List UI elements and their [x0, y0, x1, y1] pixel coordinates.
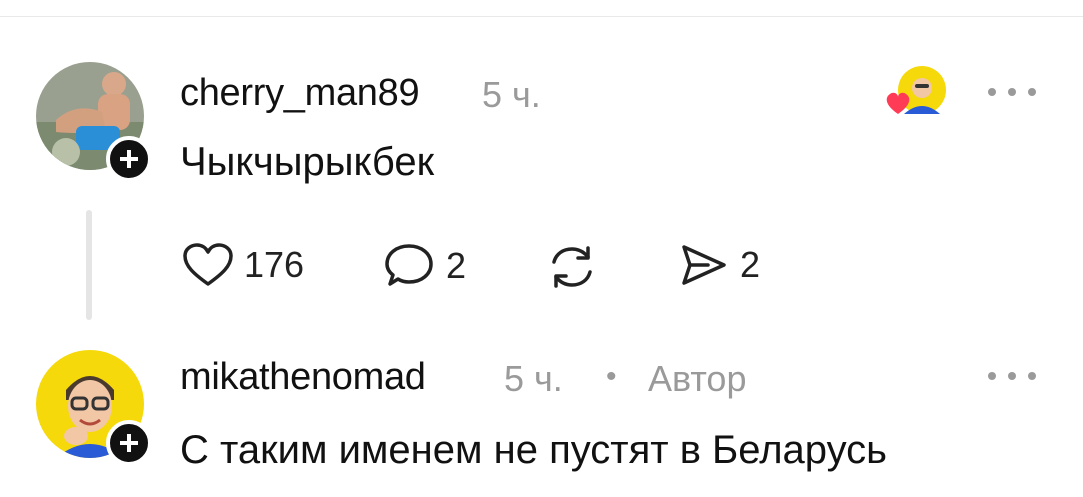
separator-dot: • — [606, 360, 617, 393]
send-icon — [682, 245, 726, 285]
comment-time: 5 ч. — [504, 358, 563, 399]
like-count: 176 — [244, 244, 305, 285]
more-options-button[interactable] — [988, 366, 1036, 386]
repost-button[interactable] — [546, 244, 598, 290]
reply-count: 2 — [446, 245, 467, 286]
more-icon — [988, 372, 996, 380]
comment-text: Чыкчырыкбек — [180, 140, 435, 184]
top-divider — [0, 16, 1083, 17]
repost-icon — [552, 246, 592, 288]
share-count: 2 — [740, 244, 761, 285]
comment-username[interactable]: cherry_man89 — [180, 72, 420, 115]
follow-button[interactable] — [106, 420, 152, 466]
plus-icon — [120, 150, 138, 168]
plus-icon — [120, 434, 138, 452]
more-options-button[interactable] — [988, 82, 1036, 102]
share-button[interactable]: 2 — [678, 242, 760, 288]
follow-button[interactable] — [106, 136, 152, 182]
more-icon — [988, 88, 996, 96]
like-button[interactable]: 176 — [182, 242, 304, 288]
author-liked-indicator — [882, 64, 948, 122]
heart-icon — [183, 243, 233, 286]
comment-time: 5 ч. — [482, 74, 541, 115]
author-badge: Автор — [648, 358, 747, 399]
reply-button[interactable]: 2 — [384, 242, 466, 290]
thread-line — [86, 210, 92, 320]
comment-text: С таким именем не пустят в Беларусь — [180, 428, 887, 472]
comment-username[interactable]: mikathenomad — [180, 356, 426, 399]
heart-icon — [886, 92, 910, 114]
comment-icon — [385, 244, 433, 286]
